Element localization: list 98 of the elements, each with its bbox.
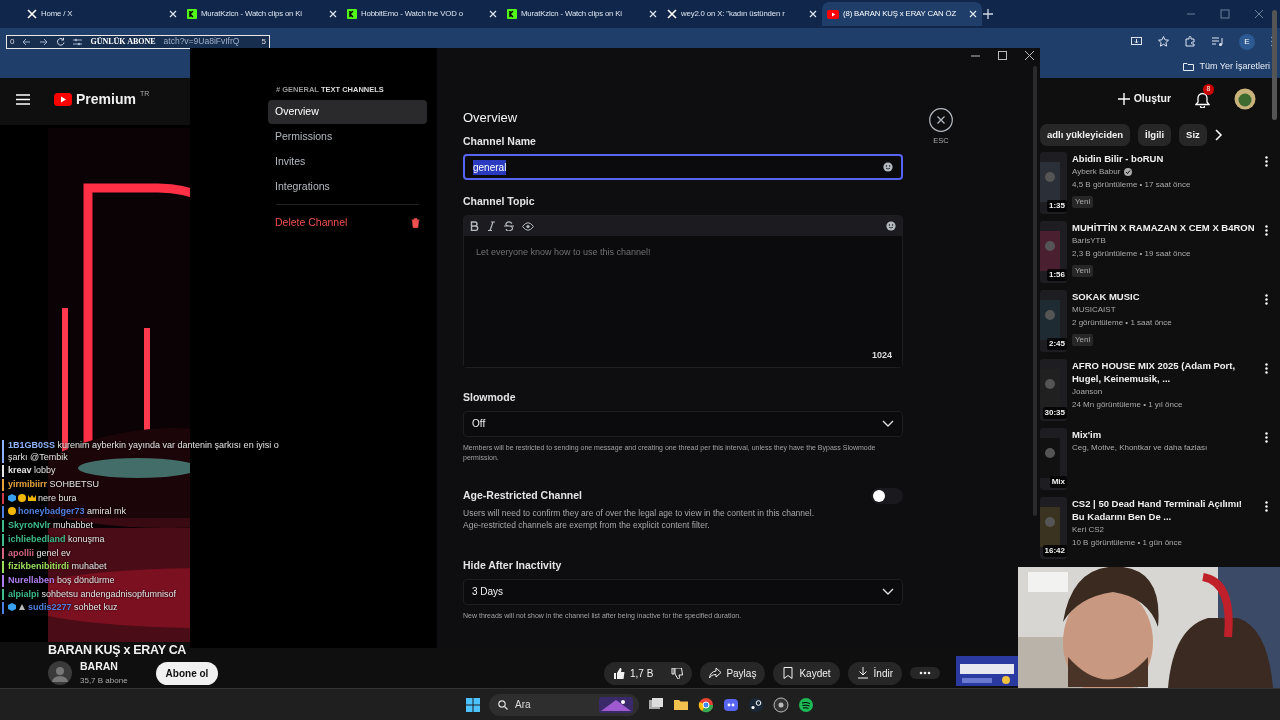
video-title[interactable]: CS2 | 50 Dead Hand Terminali Açılımı! Bu Kadarını Ben De ... xyxy=(1072,497,1256,523)
k-logo-icon xyxy=(187,9,197,19)
subscribe-button[interactable]: Abone ol xyxy=(155,661,219,685)
video-title[interactable]: Abidin Bilir - boRUN xyxy=(1072,152,1256,165)
more-icon xyxy=(919,671,931,676)
section-heading: Overview xyxy=(463,109,519,127)
video-meta: 2,3 B görüntüleme • 19 saat önce xyxy=(1072,248,1192,260)
more-icon[interactable] xyxy=(1265,294,1268,305)
video-title: BARAN KUŞ x ERAY CA xyxy=(47,642,188,659)
subscriber-count: 35,7 B abone xyxy=(80,674,128,687)
channel-name[interactable]: Keri CS2 xyxy=(1072,523,1104,536)
close-icon[interactable] xyxy=(929,108,953,132)
crown-badge-icon xyxy=(28,493,36,502)
video-title[interactable]: SOKAK MUSIC xyxy=(1072,290,1256,303)
hat-badge-icon xyxy=(18,603,26,612)
media-icon[interactable] xyxy=(1212,36,1223,47)
like-button[interactable]: 1,7 B xyxy=(604,661,663,685)
new-tab-icon[interactable] xyxy=(982,8,994,20)
channel-name[interactable]: MUSICAIST xyxy=(1072,303,1116,316)
video-meta: 10 B görüntüleme • 1 gün önce xyxy=(1072,537,1183,549)
k-logo-icon xyxy=(507,9,517,19)
channel-name[interactable]: Ceg, Motive, Khontkar ve daha fazlası xyxy=(1072,441,1208,454)
video-title[interactable]: Mix'im xyxy=(1072,428,1256,441)
channel-name[interactable]: Joanson xyxy=(1072,385,1103,398)
video-meta: 2 görüntüleme • 1 saat önce xyxy=(1072,317,1173,329)
channel-name[interactable]: BARAN xyxy=(80,659,128,675)
menu-icon[interactable] xyxy=(16,93,30,105)
new-badge: Yeni xyxy=(1072,196,1094,208)
new-badge: Yeni xyxy=(1072,334,1094,346)
k-logo-icon xyxy=(347,9,357,19)
share-button[interactable]: Paylaş xyxy=(700,661,766,685)
thumbs-down-icon xyxy=(671,667,684,679)
video-title[interactable]: AFRO HOUSE MIX 2025 (Adam Port, Hugel, Keinemusik, ... xyxy=(1072,359,1256,385)
tune-icon[interactable] xyxy=(73,37,83,46)
video-duration: 1:35 xyxy=(1047,200,1067,212)
forward-icon[interactable] xyxy=(39,37,49,46)
star-icon[interactable] xyxy=(1158,36,1169,47)
extension-icon[interactable] xyxy=(1185,36,1196,47)
bell-icon[interactable] xyxy=(1195,91,1210,108)
filter-chip[interactable]: adlı yükleyiciden xyxy=(1040,123,1131,147)
address-field[interactable]: atch?v=9Ua8iFvIfrQ xyxy=(163,35,240,48)
cube-badge-icon xyxy=(8,493,16,502)
channel-name[interactable]: BarisYTB xyxy=(1072,234,1106,247)
more-icon[interactable] xyxy=(1265,363,1268,374)
video-duration: 1:56 xyxy=(1047,269,1067,281)
thumbs-up-icon xyxy=(613,667,626,679)
logo-text[interactable]: Premium xyxy=(76,88,136,110)
video-duration: 2:45 xyxy=(1047,338,1067,350)
save-button[interactable]: Kaydet xyxy=(773,661,840,685)
video-duration: 30:35 xyxy=(1042,407,1067,419)
counter-value: 5 xyxy=(261,35,266,48)
video-meta: 24 Mn görüntüleme • 1 yıl önce xyxy=(1072,399,1184,411)
maximize-icon[interactable] xyxy=(998,51,1007,60)
chevron-right-icon[interactable] xyxy=(1214,129,1223,141)
scrollbar[interactable] xyxy=(1272,10,1277,120)
filter-chip[interactable]: İlgili xyxy=(1138,123,1172,147)
bookmarks-link[interactable]: Tüm Yer İşaretleri xyxy=(1199,59,1270,74)
download-button[interactable]: İndir xyxy=(847,661,902,685)
more-button[interactable] xyxy=(910,667,940,680)
dislike-button[interactable] xyxy=(662,661,693,685)
play-logo-icon[interactable] xyxy=(54,92,72,106)
create-button[interactable]: Oluştur xyxy=(1117,91,1171,107)
chat-app-icon[interactable] xyxy=(723,696,739,713)
video-title[interactable]: MUHİTTİN X RAMAZAN X CEM X B4RON xyxy=(1072,221,1256,234)
more-icon[interactable] xyxy=(1265,432,1268,443)
filter-chip[interactable]: Siz xyxy=(1179,123,1207,147)
more-icon[interactable] xyxy=(1265,225,1268,236)
search-icon xyxy=(498,699,508,710)
music-icon[interactable] xyxy=(798,696,814,713)
windows-icon[interactable] xyxy=(466,697,480,712)
new-badge: Yeni xyxy=(1072,265,1094,277)
video-meta: 4,5 B görüntüleme • 17 saat önce xyxy=(1072,179,1192,191)
more-icon[interactable] xyxy=(1265,156,1268,167)
video-duration: 16:42 xyxy=(1042,545,1067,557)
play-logo-icon xyxy=(827,9,839,19)
share-icon xyxy=(709,667,722,680)
folder-icon xyxy=(1183,62,1195,71)
download-icon xyxy=(856,667,869,680)
install-icon[interactable] xyxy=(1131,36,1142,47)
channel-avatar-icon[interactable] xyxy=(48,661,72,686)
counter-value: 0 xyxy=(10,35,15,48)
x-logo-icon xyxy=(27,9,37,19)
cube-badge-icon xyxy=(8,603,16,612)
channel-name[interactable]: Ayberk Babur xyxy=(1072,165,1121,178)
back-icon[interactable] xyxy=(22,37,32,46)
profile-button[interactable]: E xyxy=(1239,33,1255,50)
bookmark-icon xyxy=(782,667,795,680)
plus-icon xyxy=(1117,93,1130,105)
counter-label: GÜNLÜK ABONE xyxy=(90,35,156,48)
browser-icon[interactable] xyxy=(698,696,714,713)
sidebar-item[interactable]: Overview xyxy=(268,100,427,124)
close-icon[interactable] xyxy=(1025,51,1034,60)
reload-icon[interactable] xyxy=(56,37,66,46)
x-logo-icon xyxy=(667,9,677,19)
game-store-icon[interactable] xyxy=(748,696,764,713)
record-icon[interactable] xyxy=(773,696,789,713)
avatar-icon[interactable] xyxy=(1234,88,1256,110)
more-icon[interactable] xyxy=(1265,501,1268,512)
